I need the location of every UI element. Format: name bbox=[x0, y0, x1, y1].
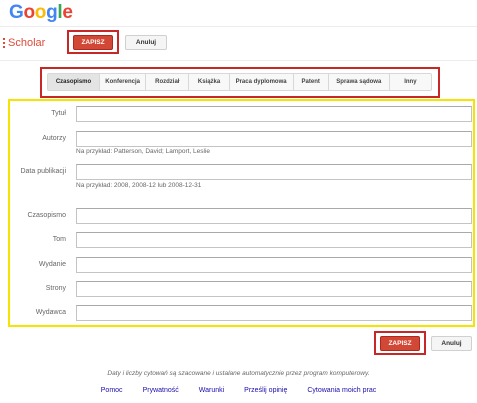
tab-praca-dyplomowa[interactable]: Praca dyplomowa bbox=[230, 74, 294, 90]
authors-label: Autorzy bbox=[42, 135, 66, 142]
footer-link-privacy[interactable]: Prywatność bbox=[143, 387, 179, 394]
tab-patent[interactable]: Patent bbox=[294, 74, 329, 90]
type-tabs: Czasopismo Konferencja Rozdział Książka … bbox=[47, 73, 432, 91]
publisher-input[interactable] bbox=[76, 305, 472, 321]
journal-label: Czasopismo bbox=[27, 212, 66, 219]
header-divider bbox=[0, 26, 477, 27]
bottom-cancel-button[interactable]: Anuluj bbox=[431, 336, 472, 351]
volume-input[interactable] bbox=[76, 232, 472, 248]
google-logo[interactable]: Google bbox=[9, 2, 73, 24]
journal-input[interactable] bbox=[76, 208, 472, 224]
toolbar-divider bbox=[0, 60, 477, 61]
logo-letter: e bbox=[62, 2, 73, 23]
scholar-title[interactable]: Scholar bbox=[8, 35, 45, 51]
volume-label: Tom bbox=[52, 236, 66, 243]
footer-link-feedback[interactable]: Prześlij opinię bbox=[244, 387, 287, 394]
logo-letter: o bbox=[23, 2, 35, 23]
pages-input[interactable] bbox=[76, 281, 472, 297]
logo-letter: o bbox=[34, 2, 47, 23]
pub-date-input[interactable] bbox=[76, 164, 472, 180]
footer-note: Daty i liczby cytowań są szacowane i ust… bbox=[107, 370, 370, 377]
footer-link-my-citations[interactable]: Cytowania moich prac bbox=[307, 387, 376, 394]
footer-link-help[interactable]: Pomoc bbox=[101, 387, 123, 394]
title-input[interactable] bbox=[76, 106, 472, 122]
publisher-label: Wydawca bbox=[35, 309, 66, 316]
logo-letter: G bbox=[9, 2, 24, 23]
tab-rozdzial[interactable]: Rozdział bbox=[146, 74, 190, 90]
save-button[interactable]: ZAPISZ bbox=[73, 35, 113, 50]
authors-hint: Na przykład: Patterson, David; Lamport, … bbox=[76, 148, 211, 155]
tab-konferencja[interactable]: Konferencja bbox=[100, 74, 147, 90]
tab-inny[interactable]: Inny bbox=[390, 74, 431, 90]
logo-letter: g bbox=[46, 2, 58, 23]
tab-ksiazka[interactable]: Książka bbox=[189, 74, 230, 90]
authors-input[interactable] bbox=[76, 131, 472, 147]
footer-links: Pomoc Prywatność Warunki Prześlij opinię… bbox=[0, 387, 477, 394]
issue-label: Wydanie bbox=[38, 261, 66, 268]
issue-input[interactable] bbox=[76, 257, 472, 273]
tab-sprawa-sadowa[interactable]: Sprawa sądowa bbox=[329, 74, 390, 90]
bottom-save-button[interactable]: ZAPISZ bbox=[380, 336, 420, 351]
tab-czasopismo[interactable]: Czasopismo bbox=[48, 74, 101, 90]
footer-link-terms[interactable]: Warunki bbox=[199, 387, 224, 394]
pages-label: Strony bbox=[45, 285, 66, 292]
pub-date-label: Data publikacji bbox=[20, 168, 66, 175]
pub-date-hint: Na przykład: 2008, 2008-12 lub 2008-12-3… bbox=[76, 182, 202, 189]
cancel-button[interactable]: Anuluj bbox=[125, 35, 167, 50]
menu-icon[interactable] bbox=[3, 38, 6, 50]
title-label: Tytuł bbox=[51, 110, 66, 117]
